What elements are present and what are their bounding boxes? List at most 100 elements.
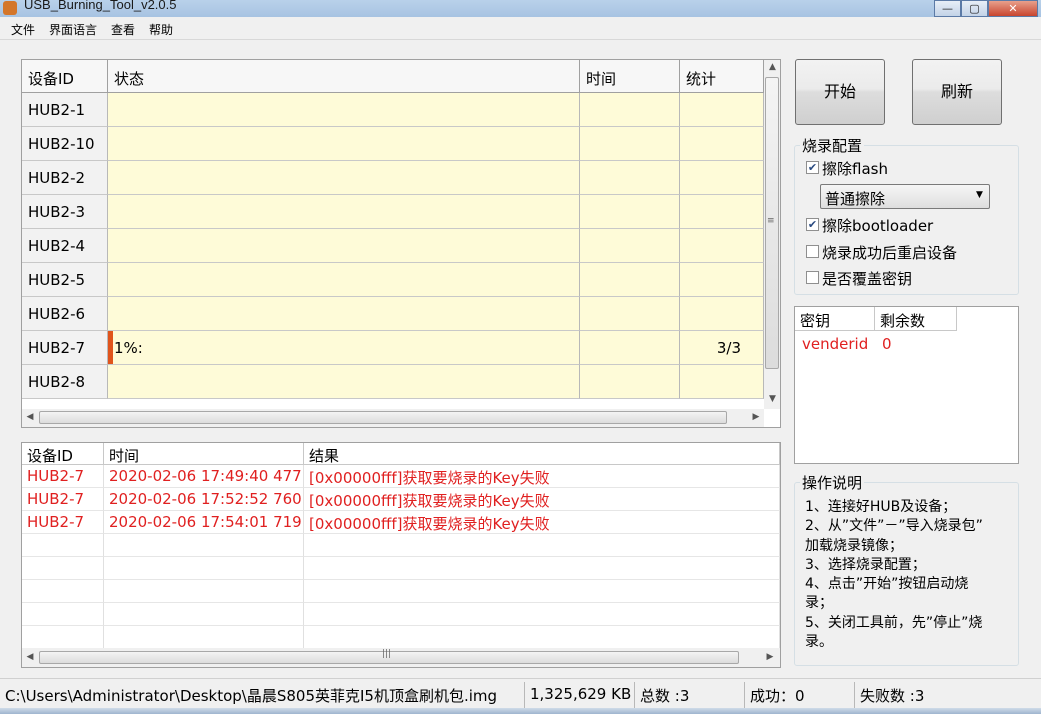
log-cell-result[interactable] <box>304 580 780 603</box>
device-cell-stats[interactable] <box>680 365 764 399</box>
scroll-down-icon[interactable]: ▼ <box>764 394 780 404</box>
key-col-remaining[interactable]: 剩余数 <box>875 307 957 331</box>
device-cell-id[interactable]: HUB2-7 <box>22 331 108 365</box>
log-cell-time[interactable]: 2020-02-06 17:52:52 760 <box>104 488 304 511</box>
log-cell-id[interactable]: HUB2-7 <box>22 465 104 488</box>
device-cell-id[interactable]: HUB2-6 <box>22 297 108 331</box>
start-button[interactable]: 开始 <box>795 59 885 125</box>
log-cell-result[interactable]: [0x00000fff]获取要烧录的Key失败 <box>304 488 780 511</box>
device-cell-id[interactable]: HUB2-4 <box>22 229 108 263</box>
col-device-id[interactable]: 设备ID <box>22 60 108 93</box>
device-cell-status[interactable] <box>108 93 580 127</box>
device-cell-stats[interactable] <box>680 229 764 263</box>
erase-mode-select[interactable]: 普通擦除 ▼ <box>820 184 990 209</box>
log-cell-id[interactable] <box>22 626 104 649</box>
device-cell-id[interactable]: HUB2-1 <box>22 93 108 127</box>
log-cell-id[interactable] <box>22 603 104 626</box>
log-cell-id[interactable]: HUB2-7 <box>22 488 104 511</box>
instruction-line: 录。 <box>805 634 833 651</box>
col-stats[interactable]: 统计 <box>680 60 764 93</box>
device-cell-status[interactable] <box>108 127 580 161</box>
erase-flash-checkbox[interactable]: ✔ <box>806 161 819 174</box>
device-cell-time[interactable] <box>580 263 680 297</box>
grip-icon: ≡ <box>767 216 775 226</box>
device-cell-stats[interactable] <box>680 263 764 297</box>
device-cell-id[interactable]: HUB2-3 <box>22 195 108 229</box>
log-cell-time[interactable]: 2020-02-06 17:49:40 477 <box>104 465 304 488</box>
device-cell-status[interactable] <box>108 229 580 263</box>
device-cell-status[interactable] <box>108 365 580 399</box>
device-cell-status[interactable] <box>108 195 580 229</box>
scroll-left-icon[interactable]: ◀ <box>24 412 36 422</box>
device-cell-id[interactable]: HUB2-8 <box>22 365 108 399</box>
device-cell-time[interactable] <box>580 93 680 127</box>
log-scroll-left-icon[interactable]: ◀ <box>24 652 36 662</box>
erase-flash-label: 擦除flash <box>822 160 888 178</box>
menu-view[interactable]: 查看 <box>111 21 135 38</box>
scroll-right-icon[interactable]: ▶ <box>750 412 762 422</box>
device-cell-time[interactable] <box>580 297 680 331</box>
log-cell-time[interactable] <box>104 603 304 626</box>
log-cell-time[interactable] <box>104 626 304 649</box>
scroll-up-icon[interactable]: ▲ <box>764 62 780 72</box>
erase-bootloader-checkbox[interactable]: ✔ <box>806 218 819 231</box>
device-cell-id[interactable]: HUB2-5 <box>22 263 108 297</box>
scroll-thumb-h[interactable] <box>39 411 727 424</box>
log-cell-result[interactable]: [0x00000fff]获取要烧录的Key失败 <box>304 465 780 488</box>
log-cell-result[interactable] <box>304 626 780 649</box>
log-cell-result[interactable] <box>304 557 780 580</box>
device-cell-stats[interactable]: 3/3 <box>680 331 764 365</box>
menu-file[interactable]: 文件 <box>11 21 35 38</box>
device-cell-status[interactable] <box>108 297 580 331</box>
log-col-time[interactable]: 时间 <box>104 443 304 465</box>
horizontal-scrollbar[interactable]: ◀ ▶ <box>22 409 764 427</box>
key-col-key[interactable]: 密钥 <box>795 307 875 331</box>
close-icon[interactable]: ✕ <box>988 0 1038 17</box>
check-icon: ✔ <box>807 161 818 174</box>
device-cell-time[interactable] <box>580 127 680 161</box>
device-cell-stats[interactable] <box>680 195 764 229</box>
log-cell-id[interactable] <box>22 557 104 580</box>
device-cell-id[interactable]: HUB2-10 <box>22 127 108 161</box>
log-cell-result[interactable] <box>304 534 780 557</box>
log-col-result[interactable]: 结果 <box>304 443 780 465</box>
log-horizontal-scrollbar[interactable]: ◀ ||| ▶ <box>22 648 780 667</box>
window-bottom-edge <box>0 708 1041 714</box>
menu-help[interactable]: 帮助 <box>149 21 173 38</box>
log-scroll-right-icon[interactable]: ▶ <box>764 652 776 662</box>
log-cell-id[interactable] <box>22 580 104 603</box>
chevron-down-icon: ▼ <box>976 190 983 200</box>
log-cell-result[interactable]: [0x00000fff]获取要烧录的Key失败 <box>304 511 780 534</box>
menu-language[interactable]: 界面语言 <box>49 21 97 38</box>
device-cell-stats[interactable] <box>680 161 764 195</box>
device-cell-status[interactable] <box>108 263 580 297</box>
log-cell-id[interactable]: HUB2-7 <box>22 511 104 534</box>
log-cell-id[interactable] <box>22 534 104 557</box>
log-cell-time[interactable] <box>104 580 304 603</box>
col-time[interactable]: 时间 <box>580 60 680 93</box>
device-cell-stats[interactable] <box>680 127 764 161</box>
log-cell-time[interactable] <box>104 557 304 580</box>
log-col-device-id[interactable]: 设备ID <box>22 443 104 465</box>
refresh-button[interactable]: 刷新 <box>912 59 1002 125</box>
log-cell-result[interactable] <box>304 603 780 626</box>
col-status[interactable]: 状态 <box>108 60 580 93</box>
reboot-checkbox[interactable] <box>806 245 819 258</box>
erase-bootloader-label: 擦除bootloader <box>822 217 934 235</box>
device-cell-id[interactable]: HUB2-2 <box>22 161 108 195</box>
overwrite-key-checkbox[interactable] <box>806 271 819 284</box>
maximize-icon[interactable]: ▢ <box>961 0 988 17</box>
log-cell-time[interactable] <box>104 534 304 557</box>
minimize-icon[interactable]: — <box>934 0 961 17</box>
device-cell-time[interactable] <box>580 331 680 365</box>
device-cell-status[interactable]: 1%: <box>108 331 580 365</box>
device-cell-time[interactable] <box>580 161 680 195</box>
vertical-scrollbar[interactable]: ▲ ≡ ▼ <box>764 60 780 409</box>
device-cell-time[interactable] <box>580 365 680 399</box>
device-cell-status[interactable] <box>108 161 580 195</box>
log-cell-time[interactable]: 2020-02-06 17:54:01 719 <box>104 511 304 534</box>
device-cell-time[interactable] <box>580 195 680 229</box>
device-cell-time[interactable] <box>580 229 680 263</box>
device-cell-stats[interactable] <box>680 93 764 127</box>
device-cell-stats[interactable] <box>680 297 764 331</box>
